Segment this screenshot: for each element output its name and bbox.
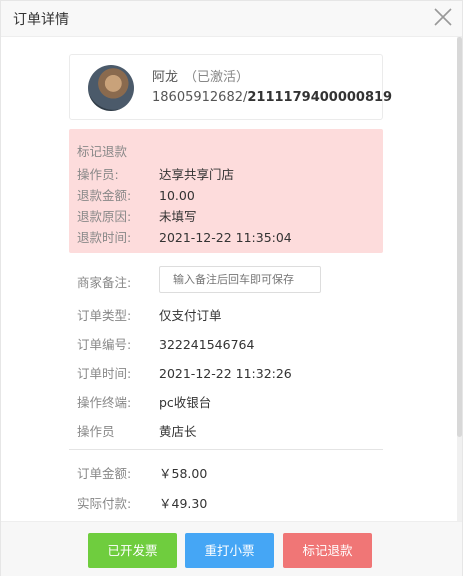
scrollbar-thumb[interactable] bbox=[457, 37, 462, 437]
refund-row-operator: 操作员: 达享共享门店 bbox=[77, 167, 235, 182]
detail-row-order-number: 订单编号: 322241546764 bbox=[77, 337, 255, 352]
member-status: （已激活） bbox=[184, 70, 250, 85]
detail-row-order-time: 订单时间: 2021-12-22 11:32:26 bbox=[77, 366, 292, 381]
close-icon[interactable] bbox=[432, 6, 454, 28]
member-name: 阿龙 bbox=[152, 70, 179, 85]
mark-refund-button[interactable]: 标记退款 bbox=[283, 533, 372, 568]
remark-label: 商家备注: bbox=[77, 275, 132, 290]
order-detail-dialog: 订单详情 阿龙 （已激活） 18605912682/211117940000081… bbox=[0, 0, 463, 576]
refund-row-amount: 退款金额: 10.00 bbox=[77, 188, 195, 203]
member-card-number: 2111179400000819 bbox=[247, 90, 393, 105]
refund-title: 标记退款 bbox=[77, 144, 128, 159]
amount-row-order-total: 订单金额: ￥58.00 bbox=[77, 466, 208, 481]
refund-info-box: 标记退款 操作员: 达享共享门店 退款金额: 10.00 退款原因: 未填写 退款时间… bbox=[69, 129, 383, 253]
dialog-header: 订单详情 bbox=[1, 1, 462, 37]
dialog-footer: 已开发票 重打小票 标记退款 bbox=[1, 521, 462, 576]
dialog-title: 订单详情 bbox=[13, 12, 69, 28]
scrollbar[interactable] bbox=[457, 37, 462, 521]
amount-row-paid: 实际付款: ￥49.30 bbox=[77, 496, 208, 511]
avatar bbox=[88, 65, 134, 111]
divider bbox=[69, 449, 383, 450]
refund-row-time: 退款时间: 2021-12-22 11:35:04 bbox=[77, 230, 292, 245]
remark-row: 商家备注: bbox=[77, 272, 159, 291]
detail-row-operator: 操作员 黄店长 bbox=[77, 424, 197, 439]
remark-input[interactable] bbox=[159, 266, 321, 293]
invoice-issued-button[interactable]: 已开发票 bbox=[88, 533, 177, 568]
reprint-receipt-button[interactable]: 重打小票 bbox=[185, 533, 274, 568]
detail-row-order-type: 订单类型: 仅支付订单 bbox=[77, 308, 222, 323]
member-phone: 18605912682/ bbox=[152, 90, 248, 105]
detail-row-terminal: 操作终端: pc收银台 bbox=[77, 395, 212, 410]
member-card: 阿龙 （已激活） 18605912682/2111179400000819 bbox=[69, 54, 392, 120]
refund-row-reason: 退款原因: 未填写 bbox=[77, 209, 197, 224]
